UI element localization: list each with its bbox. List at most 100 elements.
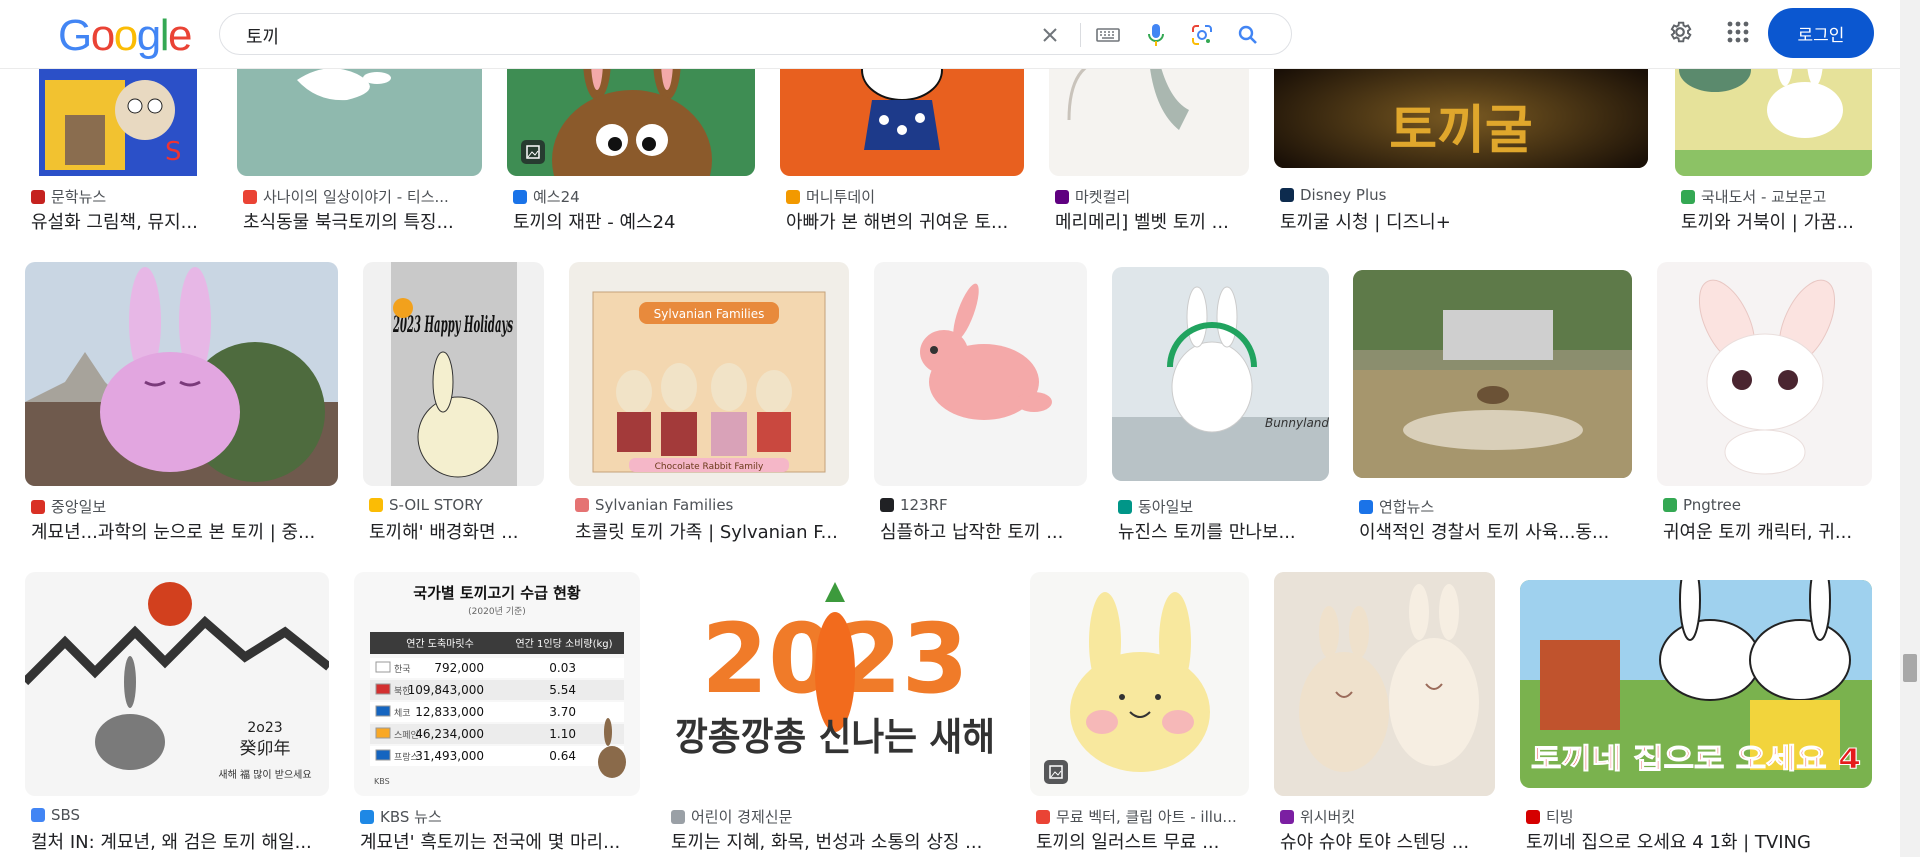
logo-letter: g xyxy=(136,11,161,60)
image-result[interactable]: 중앙일보 계묘년...과학의 눈으로 본 토끼 | 중... xyxy=(25,262,338,544)
result-title[interactable]: 초콜릿 토끼 가족 | Sylvanian F... xyxy=(575,518,847,544)
image-result[interactable]: Bunnyland 동아일보 뉴진스 토끼를 만나보... xyxy=(1112,262,1329,544)
result-source[interactable]: 어린이 경제신문 xyxy=(671,806,792,827)
result-source[interactable]: 마켓컬리 xyxy=(1055,186,1130,207)
search-box[interactable]: 토끼 xyxy=(219,13,1292,55)
result-title[interactable]: 토끼의 일러스트 무료 ... xyxy=(1036,828,1249,854)
source-name: Sylvanian Families xyxy=(595,496,734,514)
result-source[interactable]: 동아일보 xyxy=(1118,496,1193,517)
result-thumbnail[interactable] xyxy=(1353,270,1632,478)
kbs-cell: 31,493,000 xyxy=(415,749,484,763)
image-result[interactable]: 무료 벡터, 클립 아트 - illu... 토끼의 일러스트 무료 ... xyxy=(1030,572,1249,857)
result-source[interactable]: 머니투데이 xyxy=(786,186,875,207)
result-source[interactable]: 연합뉴스 xyxy=(1359,496,1434,517)
clear-icon[interactable] xyxy=(1038,23,1062,47)
source-name: 위시버킷 xyxy=(1300,808,1356,826)
result-source[interactable]: 위시버킷 xyxy=(1280,806,1355,827)
result-source[interactable]: 문학뉴스 xyxy=(31,186,106,207)
result-thumbnail[interactable]: 2023 Happy Holidays xyxy=(363,262,544,486)
result-source[interactable]: 무료 벡터, 클립 아트 - illu... xyxy=(1036,806,1237,827)
result-source[interactable]: 중앙일보 xyxy=(31,496,106,517)
scrollbar-thumb[interactable] xyxy=(1903,654,1917,682)
result-thumbnail[interactable] xyxy=(1657,262,1872,486)
settings-gear-icon[interactable] xyxy=(1664,16,1696,48)
result-source[interactable]: Sylvanian Families xyxy=(575,496,733,514)
result-title[interactable]: 계묘년...과학의 눈으로 본 토끼 | 중... xyxy=(31,518,336,544)
result-title[interactable]: 계묘년' 흑토끼는 전국에 몇 마리... xyxy=(360,828,640,854)
result-title[interactable]: 메리메리] 벨벳 토끼 ... xyxy=(1055,208,1249,234)
search-input[interactable]: 토끼 xyxy=(246,23,279,49)
image-result[interactable]: Sylvanian Families Chocolate Rabbit Fami… xyxy=(569,262,849,544)
result-title[interactable]: 이색적인 경찰서 토끼 사육...동... xyxy=(1359,518,1631,544)
result-thumbnail[interactable]: Sylvanian Families Chocolate Rabbit Fami… xyxy=(569,262,849,486)
result-source[interactable]: Pngtree xyxy=(1663,496,1741,514)
site-favicon xyxy=(1036,809,1050,824)
result-title[interactable]: 아빠가 본 해변의 귀여운 토... xyxy=(786,208,1022,234)
result-thumbnail[interactable] xyxy=(874,262,1087,486)
result-thumbnail[interactable]: 2023 깡총깡총 신나는 새해 xyxy=(665,572,1005,796)
result-thumbnail[interactable]: 2o23 癸卯年 새해 福 많이 받으세요 xyxy=(25,572,329,796)
result-source[interactable]: Disney Plus xyxy=(1280,186,1386,204)
result-title[interactable]: 뉴진스 토끼를 만나보... xyxy=(1118,518,1328,544)
lens-camera-icon[interactable] xyxy=(1190,23,1214,47)
source-name: 어린이 경제신문 xyxy=(691,808,793,826)
keyboard-icon[interactable] xyxy=(1096,23,1120,47)
source-name: Disney Plus xyxy=(1300,186,1387,204)
result-title[interactable]: 토끼는 지혜, 화목, 번성과 소통의 상징 ... xyxy=(671,828,1001,854)
image-result[interactable]: 연합뉴스 이색적인 경찰서 토끼 사육...동... xyxy=(1353,262,1632,544)
result-source[interactable]: 국내도서 - 교보문고 xyxy=(1681,186,1826,207)
result-thumbnail[interactable]: Bunnyland xyxy=(1112,267,1329,481)
source-name: 동아일보 xyxy=(1138,498,1194,516)
logo-letter: l xyxy=(159,11,170,60)
image-result[interactable]: 토끼네 집으로 오세요 4 티빙 토끼네 집으로 오세요 4 1화 | TVIN… xyxy=(1520,572,1872,857)
source-name: 예스24 xyxy=(533,188,580,206)
image-result[interactable]: 2o23 癸卯年 새해 福 많이 받으세요 SBS 컬처 IN: 계묘년, 왜 … xyxy=(25,572,329,857)
kbs-chart-title: 국가별 토끼고기 수급 현황 xyxy=(413,584,581,602)
source-name: S-OIL STORY xyxy=(389,496,483,514)
result-thumbnail[interactable] xyxy=(1030,572,1249,796)
site-favicon xyxy=(1526,809,1540,824)
image-result[interactable]: Pngtree 귀여운 토끼 캐릭터, 귀... xyxy=(1657,262,1872,544)
result-title[interactable]: 유설화 그림책, 뮤지... xyxy=(31,208,213,234)
result-title[interactable]: 귀여운 토끼 캐릭터, 귀... xyxy=(1663,518,1873,544)
image-result[interactable]: 2023 깡총깡총 신나는 새해 어린이 경제신문 토끼는 지혜, 화목, 번성… xyxy=(665,572,1005,857)
result-source[interactable]: KBS 뉴스 xyxy=(360,806,442,827)
apps-grid-icon[interactable] xyxy=(1722,16,1754,48)
result-thumbnail[interactable]: 국가별 토끼고기 수급 현황 (2020년 기준) 연간 도축마릿수 연간 1인… xyxy=(354,572,640,796)
image-result[interactable]: 위시버킷 슈야 슈야 토야 스텐딩 ... xyxy=(1274,572,1495,857)
microphone-icon[interactable] xyxy=(1144,23,1168,47)
source-name: 123RF xyxy=(900,496,948,514)
source-name: 국내도서 - 교보문고 xyxy=(1701,188,1827,206)
result-source[interactable]: 사나이의 일상이야기 - 티스... xyxy=(243,186,449,207)
kbs-cell: 한국 xyxy=(394,664,411,675)
site-favicon xyxy=(360,809,374,824)
image-result[interactable]: 123RF 심플하고 납작한 토끼 ... xyxy=(874,262,1087,544)
result-thumbnail[interactable] xyxy=(1274,572,1495,796)
sign-in-button[interactable]: 로그인 xyxy=(1768,8,1874,58)
result-source[interactable]: 티빙 xyxy=(1526,806,1574,827)
result-thumbnail[interactable]: 토끼네 집으로 오세요 4 xyxy=(1520,580,1872,788)
result-title[interactable]: 토끼해' 배경화면 ... xyxy=(369,518,544,544)
result-title[interactable]: 토끼의 재판 - 예스24 xyxy=(513,208,753,234)
result-source[interactable]: 예스24 xyxy=(513,186,580,207)
result-title[interactable]: 컬처 IN: 계묘년, 왜 검은 토끼 해일... xyxy=(31,828,329,854)
image-result[interactable]: 2023 Happy Holidays S-OIL STORY 토끼해' 배경화… xyxy=(363,262,544,544)
result-thumbnail[interactable] xyxy=(25,262,338,486)
result-title[interactable]: 슈야 슈야 토야 스텐딩 ... xyxy=(1280,828,1495,854)
image-badge-icon xyxy=(521,140,545,164)
result-title[interactable]: 토끼와 거북이 | 가꿈... xyxy=(1681,208,1871,234)
site-favicon xyxy=(1359,499,1373,514)
result-source[interactable]: SBS xyxy=(31,806,80,824)
source-name: 문학뉴스 xyxy=(51,188,107,206)
page-scrollbar[interactable] xyxy=(1900,0,1920,857)
site-favicon xyxy=(1280,188,1294,202)
search-icon[interactable] xyxy=(1236,23,1260,47)
result-source[interactable]: S-OIL STORY xyxy=(369,496,483,514)
google-logo[interactable]: Google xyxy=(58,11,192,60)
image-result[interactable]: 국가별 토끼고기 수급 현황 (2020년 기준) 연간 도축마릿수 연간 1인… xyxy=(354,572,640,857)
result-source[interactable]: 123RF xyxy=(880,496,948,514)
result-title[interactable]: 초식동물 북극토끼의 특징... xyxy=(243,208,478,234)
result-title[interactable]: 토끼네 집으로 오세요 4 1화 | TVING xyxy=(1526,828,1872,854)
result-title[interactable]: 토끼굴 시청 | 디즈니+ xyxy=(1280,208,1640,234)
result-title[interactable]: 심플하고 납작한 토끼 ... xyxy=(880,518,1087,544)
